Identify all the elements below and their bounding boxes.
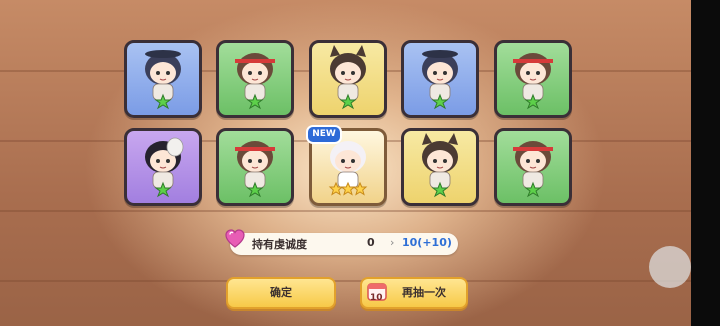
card-headband-chibi[interactable] [216,40,294,118]
ticket-count: 10 [370,293,383,303]
card-dark-hair-hat-chibi[interactable] [124,40,202,118]
devotion-old-value: 0 [367,236,375,249]
floor-plank-line [0,280,691,282]
floating-assist-button[interactable] [649,246,691,288]
card-headband-chibi[interactable] [494,128,572,206]
devotion-label: 持有虔诚度 [252,238,307,251]
draw-again-label: 再抽一次 [402,286,446,299]
card-dark-hair-hat-chibi[interactable] [401,40,479,118]
floor-plank-line [0,210,691,212]
devotion-new-value: 10(+10) [402,236,452,249]
game-stage: NEW 持有虔诚度 0 › 10(+10) 确定 再抽一次 10 [0,0,691,326]
devotion-stat-bar: 持有虔诚度 0 › 10(+10) [230,233,458,255]
card-headband-chibi[interactable] [216,128,294,206]
card-skull-mask-chibi[interactable] [124,128,202,206]
card-wolf-ear-chibi[interactable] [309,40,387,118]
chevron-right-icon: › [390,236,395,249]
confirm-button[interactable]: 确定 [226,277,336,309]
system-side-bar [691,0,720,326]
card-wolf-ear-chibi[interactable] [401,128,479,206]
card-headband-chibi[interactable] [494,40,572,118]
new-badge: NEW [306,125,342,144]
heart-icon [225,229,245,248]
